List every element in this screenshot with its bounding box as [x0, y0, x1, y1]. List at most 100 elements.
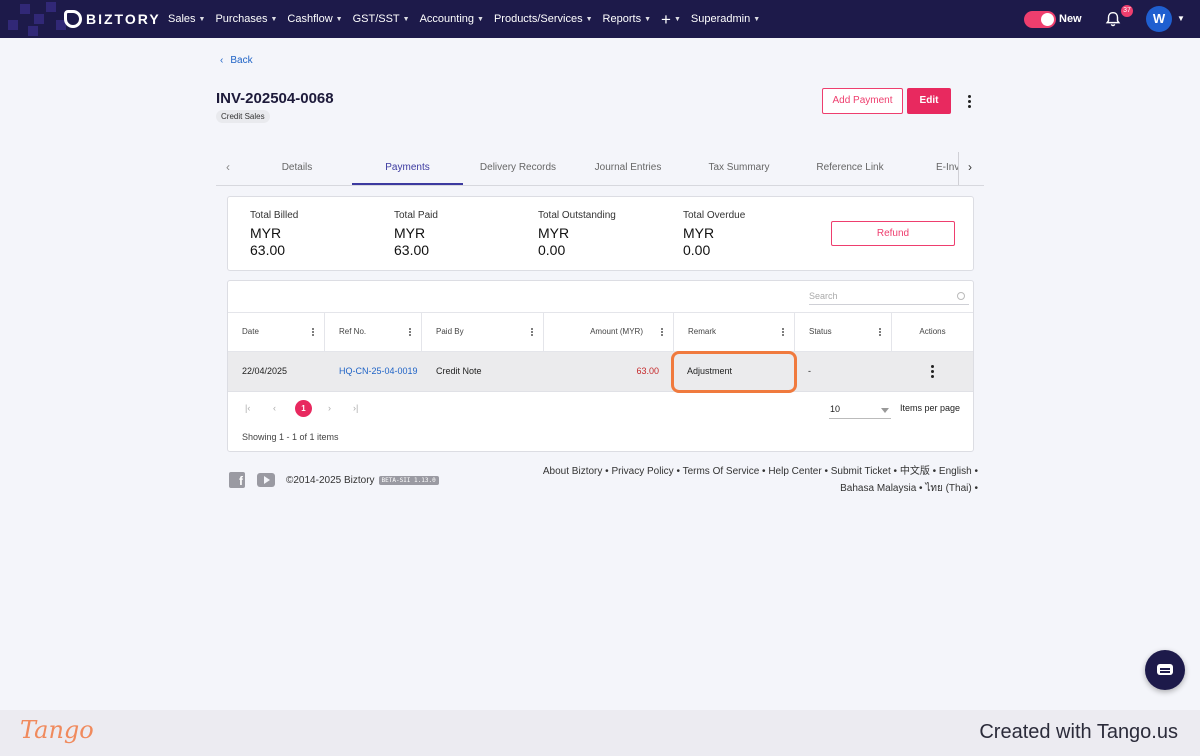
footer-link-help[interactable]: Help Center — [768, 466, 821, 477]
tab-bar: ‹ Details Payments Delivery Records Jour… — [216, 152, 984, 186]
user-avatar[interactable]: W — [1146, 6, 1172, 32]
next-page-icon[interactable]: › — [328, 403, 331, 413]
search-input[interactable]: Search — [809, 287, 969, 305]
footer-link-terms[interactable]: Terms Of Service — [683, 466, 760, 477]
summary-value: 63.00 — [250, 242, 286, 258]
dropdown-arrow-icon — [881, 408, 889, 413]
remark-highlight-annotation — [671, 351, 797, 393]
summary-total-overdue: Total Overdue MYR 0.00 — [683, 210, 745, 258]
edit-button[interactable]: Edit — [907, 88, 951, 114]
menu-quick-add[interactable]: + ▼ — [661, 11, 681, 28]
menu-sales[interactable]: Sales ▼ — [168, 13, 205, 25]
tab-payments[interactable]: Payments — [352, 152, 463, 185]
top-navbar: BIZTORY Sales ▼ Purchases ▼ Cashflow ▼ GST/… — [0, 0, 1200, 38]
menu-gst-sst[interactable]: GST/SST ▼ — [353, 13, 410, 25]
menu-reports[interactable]: Reports ▼ — [603, 13, 651, 25]
chat-icon[interactable] — [1145, 650, 1185, 690]
table-row[interactable]: 22/04/2025 HQ-CN-25-04-0019 Credit Note … — [228, 352, 973, 392]
column-header-ref-no[interactable]: Ref No. — [325, 313, 422, 351]
menu-accounting[interactable]: Accounting ▼ — [420, 13, 484, 25]
add-payment-button[interactable]: Add Payment — [822, 88, 903, 114]
cell-paid-by: Credit Note — [436, 366, 482, 376]
search-icon — [957, 292, 965, 300]
menu-cashflow[interactable]: Cashflow ▼ — [287, 13, 342, 25]
chevron-down-icon: ▼ — [477, 15, 484, 23]
menu-superadmin[interactable]: Superadmin ▼ — [691, 13, 760, 25]
biztory-logo[interactable]: BIZTORY — [64, 9, 161, 29]
footer-link-malay[interactable]: Bahasa Malaysia — [840, 483, 916, 494]
previous-page-icon[interactable]: ‹ — [273, 403, 276, 413]
current-page-button[interactable]: 1 — [295, 400, 312, 417]
first-page-icon[interactable]: |‹ — [245, 403, 250, 413]
chevron-down-icon: ▼ — [673, 15, 681, 23]
footer-link-privacy[interactable]: Privacy Policy — [611, 466, 673, 477]
main-menu: Sales ▼ Purchases ▼ Cashflow ▼ GST/SST ▼ Acc… — [168, 0, 760, 38]
menu-purchases[interactable]: Purchases ▼ — [215, 13, 277, 25]
cell-status: - — [808, 366, 811, 376]
column-header-actions: Actions — [919, 327, 946, 336]
column-header-remark[interactable]: Remark — [674, 313, 795, 351]
back-link[interactable]: ‹ Back — [220, 55, 253, 66]
summary-value: 0.00 — [538, 242, 566, 258]
more-options-icon[interactable] — [967, 95, 971, 108]
summary-currency: MYR — [683, 225, 715, 241]
cell-ref-no-link[interactable]: HQ-CN-25-04-0019 — [339, 352, 418, 391]
summary-currency: MYR — [394, 225, 426, 241]
new-ui-toggle[interactable] — [1024, 11, 1056, 28]
column-menu-icon[interactable] — [409, 328, 411, 336]
column-menu-icon[interactable] — [661, 328, 663, 336]
pagination-summary: Showing 1 - 1 of 1 items — [242, 432, 339, 442]
tab-tax-summary[interactable]: Tax Summary — [700, 152, 778, 185]
column-menu-icon[interactable] — [312, 328, 314, 336]
items-per-page-label: Items per page — [900, 403, 961, 413]
tab-details[interactable]: Details — [258, 152, 336, 185]
summary-total-billed: Total Billed MYR 63.00 — [250, 210, 298, 258]
summary-total-paid: Total Paid MYR 63.00 — [394, 210, 438, 258]
footer-link-english[interactable]: English — [939, 466, 972, 477]
payment-summary-card: Total Billed MYR 63.00 Total Paid MYR 63… — [227, 196, 974, 271]
footer-link-ticket[interactable]: Submit Ticket — [831, 466, 891, 477]
column-header-amount[interactable]: Amount (MYR) — [544, 313, 674, 351]
summary-total-outstanding: Total Outstanding MYR 0.00 — [538, 210, 616, 258]
chevron-down-icon: ▼ — [644, 15, 652, 23]
youtube-icon[interactable] — [257, 473, 275, 487]
items-per-page-select[interactable]: 10 — [829, 401, 891, 419]
summary-value: 0.00 — [683, 242, 711, 258]
column-menu-icon[interactable] — [531, 328, 533, 336]
table-header: Date Ref No. Paid By Amount (MYR) Remark… — [228, 312, 973, 352]
menu-products-services[interactable]: Products/Services ▼ — [494, 13, 593, 25]
summary-currency: MYR — [250, 225, 282, 241]
back-label: Back — [230, 55, 253, 66]
search-placeholder: Search — [809, 291, 838, 301]
facebook-icon[interactable]: f — [229, 472, 245, 488]
chevron-left-icon[interactable]: ‹ — [226, 160, 230, 174]
chevron-down-icon[interactable]: ▼ — [1177, 14, 1185, 23]
chevron-down-icon: ▼ — [585, 15, 593, 23]
copyright-text: ©2014-2025 Biztory — [286, 475, 375, 486]
bell-icon[interactable] — [1104, 10, 1122, 28]
page-title: INV-202504-0068 — [216, 90, 334, 107]
column-header-status[interactable]: Status — [795, 313, 892, 351]
footer-links: About Biztory • Privacy Policy • Terms O… — [542, 466, 978, 494]
footer-link-chinese[interactable]: 中文版 — [900, 466, 930, 477]
tab-journal-entries[interactable]: Journal Entries — [586, 152, 670, 185]
column-header-paid-by[interactable]: Paid By — [422, 313, 544, 351]
plus-icon: + — [661, 9, 671, 29]
footer-link-about[interactable]: About Biztory — [543, 466, 602, 477]
cell-date: 22/04/2025 — [242, 366, 288, 376]
last-page-icon[interactable]: ›| — [353, 403, 358, 413]
tab-reference-link[interactable]: Reference Link — [808, 152, 892, 185]
column-header-date[interactable]: Date — [228, 313, 325, 351]
column-menu-icon[interactable] — [879, 328, 881, 336]
column-menu-icon[interactable] — [782, 328, 784, 336]
cell-amount: 63.00 — [636, 366, 659, 376]
notification-count-badge: 37 — [1121, 5, 1133, 17]
row-actions-icon[interactable] — [930, 365, 934, 378]
tab-delivery-records[interactable]: Delivery Records — [474, 152, 562, 185]
summary-label: Total Paid — [394, 210, 438, 221]
chevron-down-icon: ▼ — [753, 15, 761, 23]
footer-link-thai[interactable]: ไทย (Thai) — [925, 483, 971, 494]
biztory-logo-icon — [64, 10, 82, 28]
refund-button[interactable]: Refund — [831, 221, 955, 246]
chevron-right-icon[interactable]: › — [968, 160, 972, 174]
